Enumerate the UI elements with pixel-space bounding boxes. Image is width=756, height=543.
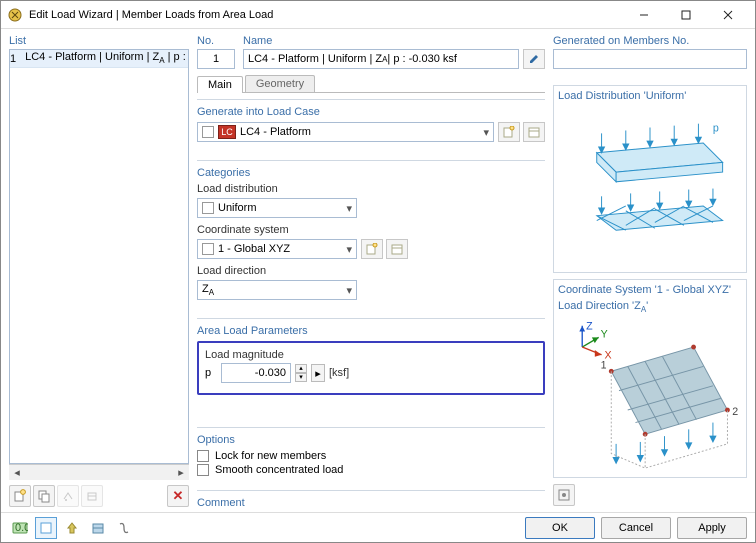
svg-text:0.00: 0.00 [15, 522, 28, 534]
distribution-diagram: p [558, 114, 742, 259]
smooth-checkbox[interactable] [197, 464, 209, 476]
titlebar[interactable]: Edit Load Wizard | Member Loads from Are… [1, 1, 755, 29]
options-heading: Options [197, 434, 545, 446]
tab-bar: Main Geometry [197, 75, 545, 93]
load-case-combo[interactable]: LC LC4 - Platform ▾ [197, 122, 494, 142]
cs-label: Coordinate system [197, 224, 545, 236]
cs-diagram: Z Y X [558, 318, 742, 473]
chevron-down-icon: ▾ [346, 202, 352, 215]
chevron-down-icon: ▾ [346, 243, 352, 256]
list-button-3[interactable] [57, 485, 79, 507]
scroll-left-button[interactable]: ◂ [9, 465, 25, 481]
list-item-label: LC4 - Platform | Uniform | ZA | p : -0.0… [23, 51, 189, 65]
svg-text:p: p [713, 123, 719, 135]
cs-checkbox[interactable] [202, 243, 214, 255]
maximize-button[interactable] [665, 1, 707, 28]
svg-text:Y: Y [601, 328, 608, 340]
categories-heading: Categories [197, 167, 545, 179]
scroll-right-button[interactable]: ▸ [173, 465, 189, 481]
distribution-combo[interactable]: Uniform ▾ [197, 198, 357, 218]
load-case-checkbox[interactable] [202, 126, 214, 138]
direction-combo[interactable]: ZA ▾ [197, 280, 357, 300]
footer-script-icon[interactable] [113, 517, 135, 539]
svg-text:Z: Z [586, 321, 593, 333]
svg-text:2: 2 [732, 406, 738, 418]
list-heading: List [9, 35, 189, 47]
wizard-list[interactable]: 1 LC4 - Platform | Uniform | ZA | p : -0… [9, 49, 189, 464]
lc-badge: LC [218, 125, 236, 139]
tab-main[interactable]: Main [197, 76, 243, 93]
no-label: No. [197, 35, 235, 47]
footer-icon-3[interactable] [61, 517, 83, 539]
new-item-button[interactable] [9, 485, 31, 507]
dialog-window: Edit Load Wizard | Member Loads from Are… [0, 0, 756, 543]
load-case-library-button[interactable] [523, 122, 545, 142]
smooth-label: Smooth concentrated load [215, 464, 343, 476]
footer-display-icon[interactable] [35, 517, 57, 539]
distribution-label: Load distribution [197, 183, 545, 195]
smooth-checkbox-row[interactable]: Smooth concentrated load [197, 464, 545, 476]
direction-label: Load direction [197, 265, 545, 277]
magnitude-label: Load magnitude [205, 349, 537, 361]
svg-text:1: 1 [601, 359, 607, 371]
p-label: p [205, 367, 217, 379]
edit-name-button[interactable] [523, 49, 545, 69]
magnitude-spinner[interactable]: ▴▾ [295, 364, 307, 382]
list-item-number: 1 [10, 53, 19, 65]
chevron-down-icon: ▾ [483, 126, 489, 139]
name-field[interactable]: LC4 - Platform | Uniform | ZA | p : -0.0… [243, 49, 519, 69]
preview-settings-button[interactable] [553, 484, 575, 506]
cs-preview-title2: Load Direction 'ZA' [558, 300, 742, 314]
area-params-heading: Area Load Parameters [197, 325, 545, 337]
cs-library-button[interactable] [386, 239, 408, 259]
distribution-checkbox[interactable] [202, 202, 214, 214]
lock-checkbox[interactable] [197, 450, 209, 462]
distribution-value: Uniform [218, 202, 257, 214]
list-button-4[interactable] [81, 485, 103, 507]
ok-button[interactable]: OK [525, 517, 595, 539]
new-cs-button[interactable] [361, 239, 383, 259]
magnitude-input[interactable] [221, 363, 291, 383]
app-icon [7, 7, 23, 23]
chevron-down-icon: ▾ [346, 284, 352, 297]
comment-heading: Comment [197, 497, 545, 508]
name-label: Name [243, 35, 545, 47]
distribution-preview-title: Load Distribution 'Uniform' [558, 90, 742, 102]
magnitude-pick-button[interactable]: ▸ [311, 364, 325, 382]
apply-button[interactable]: Apply [677, 517, 747, 539]
cs-preview: Coordinate System '1 - Global XYZ' Load … [553, 279, 747, 478]
tab-geometry[interactable]: Geometry [245, 75, 315, 92]
cs-combo[interactable]: 1 - Global XYZ ▾ [197, 239, 357, 259]
direction-value: ZA [202, 283, 214, 297]
close-window-button[interactable] [707, 1, 749, 28]
highlighted-area-box: Load magnitude p ▴▾ ▸ [ksf] [197, 341, 545, 395]
footer-icon-4[interactable] [87, 517, 109, 539]
copy-item-button[interactable] [33, 485, 55, 507]
cancel-button[interactable]: Cancel [601, 517, 671, 539]
list-item[interactable]: 1 LC4 - Platform | Uniform | ZA | p : -0… [10, 50, 188, 68]
lock-checkbox-row[interactable]: Lock for new members [197, 450, 545, 462]
dialog-footer: 0.00 OK Cancel Apply [1, 512, 755, 542]
generate-heading: Generate into Load Case [197, 106, 545, 118]
lock-label: Lock for new members [215, 450, 326, 462]
minimize-button[interactable] [623, 1, 665, 28]
new-load-case-button[interactable] [498, 122, 520, 142]
magnitude-unit: [ksf] [329, 367, 349, 379]
window-title: Edit Load Wizard | Member Loads from Are… [29, 9, 623, 21]
cs-value: 1 - Global XYZ [218, 243, 290, 255]
footer-units-icon[interactable]: 0.00 [9, 517, 31, 539]
distribution-preview: Load Distribution 'Uniform' [553, 85, 747, 273]
generated-on-field[interactable] [553, 49, 747, 69]
delete-item-button[interactable]: ✕ [167, 485, 189, 507]
generated-on-label: Generated on Members No. [553, 35, 747, 47]
load-case-value: LC4 - Platform [240, 126, 311, 138]
cs-preview-title1: Coordinate System '1 - Global XYZ' [558, 284, 742, 296]
no-field[interactable]: 1 [197, 49, 235, 69]
list-hscrollbar[interactable]: ◂ ▸ [9, 464, 189, 480]
